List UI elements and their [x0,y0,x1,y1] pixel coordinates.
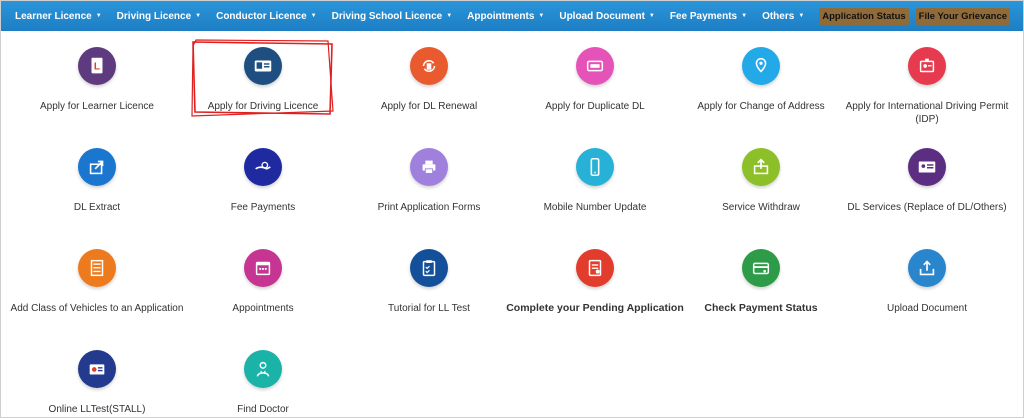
service-change-of-address[interactable]: Apply for Change of Address [671,47,851,113]
idp-badge-icon [908,47,946,85]
share-icon [78,148,116,186]
caret-down-icon: ▼ [446,13,453,19]
service-add-class-of-vehicles[interactable]: Add Class of Vehicles to an Application [7,249,187,315]
file-grievance-button[interactable]: File Your Grievance [915,7,1011,25]
service-label: Apply for DL Renewal [380,101,478,112]
nav-label: Conductor Licence [216,10,307,22]
service-appointments[interactable]: Appointments [173,249,353,315]
mobile-phone-icon [576,148,614,186]
service-apply-dl-renewal[interactable]: Apply for DL Renewal [339,47,519,113]
learner-licence-icon: L [78,47,116,85]
nav-others[interactable]: Others ▼ [762,11,804,22]
top-navbar: Learner Licence ▼ Driving Licence ▼ Conduc… [1,1,1023,31]
service-label: Apply for Driving Licence [207,101,319,112]
service-label: Fee Payments [230,202,296,213]
service-label: Upload Document [886,303,968,314]
nav-label: Upload Document [559,10,645,22]
caret-down-icon: ▼ [538,13,545,19]
nav-label: Driving Licence [116,10,192,22]
service-upload-document[interactable]: Upload Document [837,249,1017,315]
renewal-icon [410,47,448,85]
service-label: Tutorial for LL Test [388,303,470,314]
service-label: DL Extract [73,202,121,213]
nav-conductor-licence[interactable]: Conductor Licence ▼ [216,11,317,22]
service-check-payment-status[interactable]: Check Payment Status [671,249,851,315]
nav-driving-licence[interactable]: Driving Licence ▼ [117,11,201,22]
application-status-button[interactable]: Application Status [819,7,909,25]
service-complete-pending-application[interactable]: Complete your Pending Application [505,249,685,315]
nav-fee-payments[interactable]: Fee Payments ▼ [670,11,747,22]
caret-down-icon: ▼ [741,13,748,19]
caret-down-icon: ▼ [310,13,317,19]
service-label: Apply for Change of Address [697,101,825,112]
hand-coin-icon [244,148,282,186]
nav-label: Learner Licence [15,10,92,22]
service-label: Check Payment Status [704,302,818,314]
service-mobile-number-update[interactable]: Mobile Number Update [505,148,685,214]
service-dl-extract[interactable]: DL Extract [7,148,187,214]
service-label: Complete your Pending Application [506,302,684,314]
nav-label: Fee Payments [669,10,738,22]
service-dl-services[interactable]: DL Services (Replace of DL/Others) [837,148,1017,214]
service-apply-duplicate-dl[interactable]: Apply for Duplicate DL [505,47,685,113]
location-pin-icon [742,47,780,85]
printer-icon [410,148,448,186]
service-label: Apply for Learner Licence [40,101,154,112]
service-label: Service Withdraw [722,202,800,213]
caret-down-icon: ▼ [648,13,655,19]
caret-down-icon: ▼ [195,13,202,19]
service-apply-learner-licence[interactable]: L Apply for Learner Licence [7,47,187,113]
nav-label: Driving School Licence [331,10,443,22]
service-label: Apply for International Driving Permit (… [845,101,1009,125]
service-online-lltest-stall[interactable]: Online LLTest(STALL) [7,350,187,416]
nav-label: Others [762,10,795,22]
service-label: Mobile Number Update [543,202,647,213]
document-list-icon [78,249,116,287]
upload-icon [908,249,946,287]
nav-appointments[interactable]: Appointments ▼ [467,11,544,22]
doctor-icon [244,350,282,388]
service-label: Print Application Forms [377,202,481,213]
service-label: Add Class of Vehicles to an Application [10,303,184,314]
service-label: Online LLTest(STALL) [48,404,146,415]
service-print-application-forms[interactable]: Print Application Forms [339,148,519,214]
service-tutorial-ll-test[interactable]: Tutorial for LL Test [339,249,519,315]
service-fee-payments[interactable]: Fee Payments [173,148,353,214]
caret-down-icon: ▼ [95,13,102,19]
service-find-doctor[interactable]: Find Doctor [173,350,353,416]
service-apply-driving-licence[interactable]: Apply for Driving Licence [173,47,353,113]
nav-driving-school-licence[interactable]: Driving School Licence ▼ [332,11,453,22]
service-apply-idp[interactable]: Apply for International Driving Permit (… [837,47,1017,126]
service-label: DL Services (Replace of DL/Others) [847,202,1007,213]
nav-learner-licence[interactable]: Learner Licence ▼ [15,11,102,22]
withdraw-box-icon [742,148,780,186]
id-card-icon [908,148,946,186]
clipboard-icon [410,249,448,287]
driving-licence-card-icon [244,47,282,85]
nav-label: Appointments [467,10,535,22]
service-label: Appointments [232,303,294,314]
online-test-icon [78,350,116,388]
nav-upload-document[interactable]: Upload Document ▼ [559,11,655,22]
svg-text:L: L [94,62,100,73]
payment-card-icon [742,249,780,287]
calendar-icon [244,249,282,287]
service-withdraw[interactable]: Service Withdraw [671,148,851,214]
duplicate-dl-icon [576,47,614,85]
service-label: Apply for Duplicate DL [545,101,645,112]
pending-form-icon [576,249,614,287]
service-label: Find Doctor [237,404,289,415]
caret-down-icon: ▼ [798,13,805,19]
